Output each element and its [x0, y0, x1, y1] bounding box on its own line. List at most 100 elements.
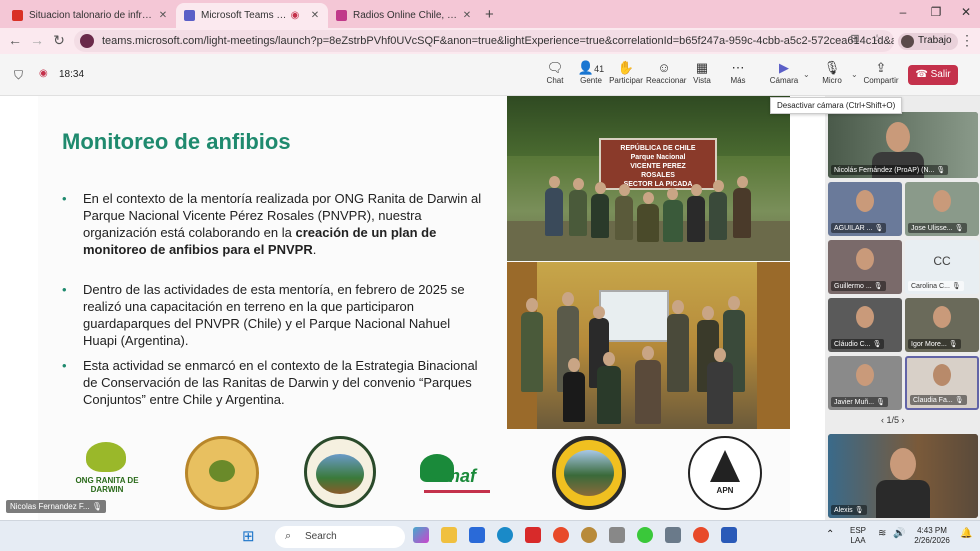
- raise-hand-button[interactable]: ✋ Participar: [608, 60, 644, 85]
- hand-icon: ✋: [617, 60, 635, 75]
- participants-panel: Nicolás Fernández (ProAP) (N... 🎙 AGUILAR…: [825, 96, 980, 520]
- chrome-icon[interactable]: [693, 527, 709, 543]
- r-app-icon[interactable]: [665, 527, 681, 543]
- slide-title: Monitoreo de anfibios: [62, 129, 291, 154]
- more-button[interactable]: ⋯ Más: [720, 60, 756, 85]
- shield-icon[interactable]: ⛉: [14, 68, 23, 83]
- slide-bullet: • Esta actividad se enmarcó en el contex…: [62, 358, 478, 407]
- participant-initials: CC: [933, 254, 951, 268]
- word-icon[interactable]: [721, 527, 737, 543]
- notifications-icon[interactable]: 🔔: [960, 529, 972, 539]
- chrome-icon[interactable]: [553, 527, 569, 543]
- new-tab-button[interactable]: +: [485, 6, 494, 23]
- app-green-icon[interactable]: [637, 527, 653, 543]
- radio-site-icon: [336, 10, 347, 21]
- translate-icon[interactable]: ⊞: [846, 32, 864, 45]
- browser-menu-icon[interactable]: ⋮: [958, 32, 976, 49]
- participant-tile[interactable]: Igor More... 🎙: [905, 298, 979, 352]
- mic-muted-icon: 🎙: [854, 507, 864, 514]
- logo-estrategia-binacional: [183, 436, 261, 514]
- teams-meeting-toolbar: ⛉ ◉ 18:34 🗨 Chat 👤41 Gente ✋ Participar …: [0, 54, 980, 96]
- camera-icon: ▶: [779, 60, 789, 75]
- clock[interactable]: 4:43 PM 2/26/2026: [908, 526, 956, 546]
- bullet-dot-icon: •: [62, 282, 67, 297]
- tab-infracciones[interactable]: Situacion talonario de infraccio ✕: [4, 3, 176, 28]
- bullet-dot-icon: •: [62, 191, 67, 206]
- site-info-icon[interactable]: [80, 34, 94, 48]
- copilot-icon[interactable]: [413, 527, 429, 543]
- chat-icon: 🗨: [546, 60, 564, 75]
- mic-muted-icon: 🎙: [876, 399, 885, 406]
- slide-bullet: • En el contexto de la mentoría realizad…: [62, 191, 482, 257]
- shared-screen-stage: Monitoreo de anfibios • En el contexto d…: [0, 96, 825, 520]
- close-tab-icon[interactable]: ✕: [460, 10, 474, 21]
- windows-start-icon[interactable]: ⊞: [242, 527, 255, 545]
- wifi-icon[interactable]: ≋: [878, 529, 886, 539]
- close-tab-icon[interactable]: ✕: [156, 10, 170, 21]
- share-button[interactable]: ⇪ Compartir: [863, 60, 899, 85]
- recording-icon: ◉: [290, 10, 300, 21]
- volume-icon[interactable]: 🔊: [893, 529, 905, 539]
- participant-tile[interactable]: Javier Muñ... 🎙: [828, 356, 902, 410]
- url-input[interactable]: teams.microsoft.com/light-meetings/launc…: [74, 30, 894, 52]
- mic-muted-icon: 🎙: [873, 283, 883, 290]
- participant-tile[interactable]: Jose Ulisse... 🎙: [905, 182, 979, 236]
- bookmark-star-icon[interactable]: ☆: [868, 32, 886, 45]
- minimize-icon[interactable]: –: [893, 5, 913, 19]
- windows-taskbar: ⊞ ⌕ Search ⌃ ESP LAA ≋ 🔊 4:43 PM 2/26/20…: [0, 520, 980, 551]
- participant-tile[interactable]: Nicolás Fernández (ProAP) (N... 🎙: [828, 112, 978, 178]
- restore-icon[interactable]: ❐: [926, 5, 946, 19]
- mic-muted-icon: 🎙: [874, 225, 884, 232]
- more-icon: ⋯: [731, 60, 745, 75]
- tab-radios-online[interactable]: Radios Online Chile, emisoras o ✕: [328, 3, 480, 28]
- edge-icon[interactable]: [497, 527, 513, 543]
- smiley-icon: ☺: [657, 60, 671, 75]
- app-generic-icon[interactable]: [609, 527, 625, 543]
- camera-tooltip: Desactivar cámara (Ctrl+Shift+O): [770, 97, 903, 114]
- close-window-icon[interactable]: ✕: [956, 5, 976, 19]
- self-view-name-label: Nicolas Fernandez F... 🎙: [6, 500, 106, 513]
- reload-icon[interactable]: ↻: [50, 32, 68, 49]
- chat-button[interactable]: 🗨 Chat: [537, 60, 573, 85]
- group-photo-indoor: [507, 262, 790, 429]
- profile-button[interactable]: Trabajo: [898, 33, 958, 50]
- camera-options-chevron-icon[interactable]: ⌄: [803, 70, 810, 79]
- logo-parque-nahuel-huapi: [550, 436, 628, 514]
- participant-tile[interactable]: Claudia Fa... 🎙: [905, 356, 979, 410]
- view-button[interactable]: ▦ Vista: [684, 60, 720, 85]
- app-l-icon[interactable]: [525, 527, 541, 543]
- mic-options-chevron-icon[interactable]: ⌄: [851, 70, 858, 79]
- back-icon[interactable]: ←: [6, 32, 24, 48]
- pager-next-icon[interactable]: ›: [902, 415, 905, 425]
- react-button[interactable]: ☺ Reaccionar: [646, 60, 686, 85]
- participant-tile[interactable]: Cláudio C... 🎙: [828, 298, 902, 352]
- mic-muted-icon: 🎙: [954, 225, 964, 232]
- people-button[interactable]: 👤41 Gente: [573, 60, 609, 85]
- browser-tab-bar: Situacion talonario de infraccio ✕ Micro…: [0, 0, 980, 28]
- gmail-icon: [12, 10, 23, 21]
- language-indicator[interactable]: ESP LAA: [850, 526, 866, 546]
- app-badge-icon[interactable]: [581, 527, 597, 543]
- participant-tile[interactable]: Guillermo ... 🎙: [828, 240, 902, 294]
- logo-parque-vicente-perez-rosales: [300, 436, 378, 514]
- participant-tile[interactable]: CC Carolina C... 🎙: [905, 240, 979, 294]
- forward-icon[interactable]: →: [28, 32, 46, 48]
- close-tab-icon[interactable]: ✕: [308, 10, 322, 21]
- file-explorer-icon[interactable]: [441, 527, 457, 543]
- slide-bullet: • Dentro de las actividades de esta ment…: [62, 282, 465, 348]
- taskbar-search-input[interactable]: ⌕ Search: [275, 526, 405, 548]
- store-icon[interactable]: [469, 527, 485, 543]
- mic-button[interactable]: 🎙 Micro: [814, 60, 850, 85]
- mic-muted-icon: 🎙: [823, 60, 841, 75]
- pager-prev-icon[interactable]: ‹: [881, 415, 884, 425]
- camera-button[interactable]: ▶ Cámara: [766, 60, 802, 85]
- tab-teams-meeting[interactable]: Microsoft Teams meeting | ◉ ✕: [176, 3, 328, 28]
- tray-chevron-icon[interactable]: ⌃: [826, 530, 834, 540]
- participant-tile[interactable]: AGUILAR ... 🎙: [828, 182, 902, 236]
- phone-icon: ☎: [915, 69, 928, 80]
- bullet-dot-icon: •: [62, 358, 67, 373]
- participant-tile[interactable]: Alexis 🎙: [828, 434, 978, 518]
- people-icon: 👤41: [577, 60, 605, 75]
- mic-muted-icon: 🎙: [948, 341, 958, 348]
- leave-button[interactable]: ☎ Salir: [908, 65, 958, 85]
